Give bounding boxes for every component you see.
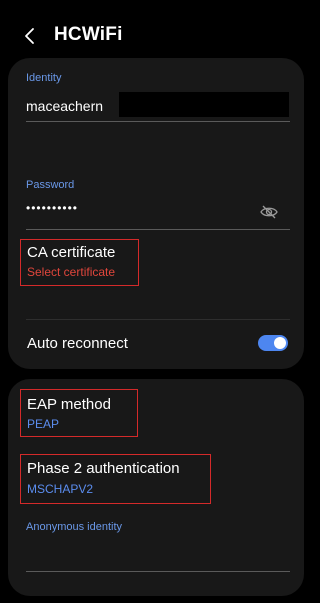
anonymous-identity-label: Anonymous identity (26, 521, 122, 533)
divider (26, 319, 290, 320)
anonymous-identity-underline (26, 571, 290, 572)
identity-label: Identity (26, 72, 62, 84)
auto-reconnect-label: Auto reconnect (27, 335, 128, 352)
chevron-left-icon[interactable] (22, 26, 38, 46)
phase2-value[interactable]: MSCHAPV2 (27, 482, 93, 496)
password-underline (26, 229, 290, 230)
toggle-knob (274, 337, 286, 349)
auto-reconnect-toggle[interactable] (258, 335, 288, 351)
eap-method-title[interactable]: EAP method (27, 396, 111, 413)
page-title: HCWiFi (54, 24, 123, 45)
app-header: HCWiFi (0, 0, 308, 62)
redaction-block (119, 92, 289, 117)
eye-off-icon[interactable] (260, 205, 278, 219)
identity-field[interactable]: maceachern (26, 98, 103, 114)
ca-certificate-title[interactable]: CA certificate (27, 244, 115, 261)
ca-certificate-subtitle[interactable]: Select certificate (27, 265, 115, 279)
phase2-title[interactable]: Phase 2 authentication (27, 460, 180, 477)
password-field[interactable]: •••••••••• (26, 201, 78, 215)
identity-underline (26, 121, 290, 122)
eap-method-value[interactable]: PEAP (27, 417, 59, 431)
password-label: Password (26, 179, 75, 191)
